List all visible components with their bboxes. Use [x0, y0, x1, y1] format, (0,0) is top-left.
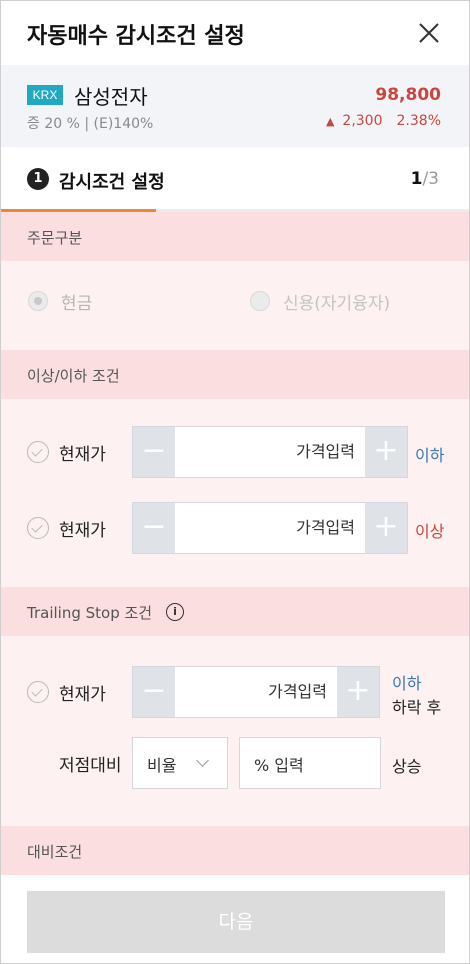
increment-button[interactable]: +: [365, 427, 407, 477]
section-header-order-type: 주문구분: [1, 212, 469, 261]
header: 자동매수 감시조건 설정: [1, 1, 469, 65]
decrement-button[interactable]: −: [133, 427, 175, 477]
percent-input-placeholder: % 입력: [254, 756, 304, 775]
price-input[interactable]: 가격입력: [175, 427, 365, 477]
current-price-label: 현재가: [59, 445, 106, 465]
section-title: 이상/이하 조건: [27, 367, 120, 385]
footer: 다음: [1, 875, 469, 963]
order-type-options: 현금 신용(자기융자): [1, 261, 469, 350]
direction-above: 이상: [415, 522, 445, 541]
next-button[interactable]: 다음: [27, 891, 445, 953]
current-price-label: 현재가: [59, 685, 106, 705]
step-total: /3: [422, 169, 439, 189]
step-count: 1/3: [411, 169, 439, 189]
step-indicator: 1 감시조건 설정 1/3: [1, 147, 469, 211]
price-input[interactable]: 가격입력: [175, 667, 337, 717]
radio-credit-label[interactable]: 신용(자기융자): [283, 289, 390, 314]
increment-button[interactable]: +: [337, 667, 379, 717]
triangle-up-icon: ▲: [325, 115, 335, 128]
stock-name: 삼성전자: [74, 85, 148, 109]
section-header-threshold: 이상/이하 조건: [1, 350, 469, 399]
ratio-select-value: 비율: [147, 756, 177, 775]
decrement-button[interactable]: −: [133, 667, 175, 717]
chevron-down-icon: [196, 754, 209, 767]
direction-below: 이하: [392, 674, 422, 693]
change-percent: 2.38%: [396, 113, 441, 129]
increment-button[interactable]: +: [365, 503, 407, 553]
radio-credit[interactable]: [250, 291, 270, 311]
stock-margin-info: 증 20 % | (E)140%: [27, 116, 154, 132]
close-icon: [419, 23, 439, 43]
step-label: 감시조건 설정: [59, 172, 165, 193]
checkbox-below[interactable]: [27, 441, 49, 463]
change-amount: 2,300: [342, 113, 383, 129]
stock-change: ▲ 2,300 2.38%: [326, 113, 441, 129]
info-icon[interactable]: i: [166, 603, 184, 621]
threshold-conditions: 현재가 − 가격입력 + 이하 현재가 − 가격입력 + 이상: [1, 399, 469, 587]
section-header-comparison: 대비조건: [1, 826, 469, 875]
step-current: 1: [410, 169, 423, 189]
stock-info: KRX 삼성전자 98,800 증 20 % | (E)140% ▲ 2,300 2…: [1, 65, 469, 147]
section-title: 주문구분: [27, 229, 83, 247]
rise-label: 상승: [392, 757, 422, 776]
percent-input[interactable]: % 입력: [239, 737, 381, 789]
modal: 자동매수 감시조건 설정 KRX 삼성전자 98,800 증 20 % | (E…: [0, 0, 470, 964]
radio-cash[interactable]: [28, 291, 48, 311]
section-title: Trailing Stop 조건: [27, 604, 153, 622]
market-badge: KRX: [27, 85, 63, 105]
checkbox-trailing[interactable]: [27, 681, 49, 703]
step-number: 1: [27, 168, 49, 190]
close-button[interactable]: [413, 17, 445, 49]
page-title: 자동매수 감시조건 설정: [27, 24, 245, 49]
current-price-label: 현재가: [59, 521, 106, 541]
decrement-button[interactable]: −: [133, 503, 175, 553]
section-header-trailing: Trailing Stop 조건 i: [1, 587, 469, 636]
ratio-select[interactable]: 비율: [132, 737, 228, 789]
trailing-conditions: 현재가 − 가격입력 + 이하 하락 후 저점대비 비율 % 입력 상승: [1, 636, 469, 826]
checkbox-above[interactable]: [27, 517, 49, 539]
fall-after-label: 하락 후: [392, 698, 442, 717]
section-title: 대비조건: [27, 843, 83, 861]
radio-cash-label[interactable]: 현금: [61, 289, 92, 314]
price-input[interactable]: 가격입력: [175, 503, 365, 553]
stock-price: 98,800: [375, 85, 441, 105]
price-stepper-below: − 가격입력 +: [132, 426, 408, 478]
price-stepper-trailing: − 가격입력 +: [132, 666, 380, 718]
price-stepper-above: − 가격입력 +: [132, 502, 408, 554]
direction-below: 이하: [415, 446, 445, 465]
low-compare-label: 저점대비: [59, 756, 122, 776]
